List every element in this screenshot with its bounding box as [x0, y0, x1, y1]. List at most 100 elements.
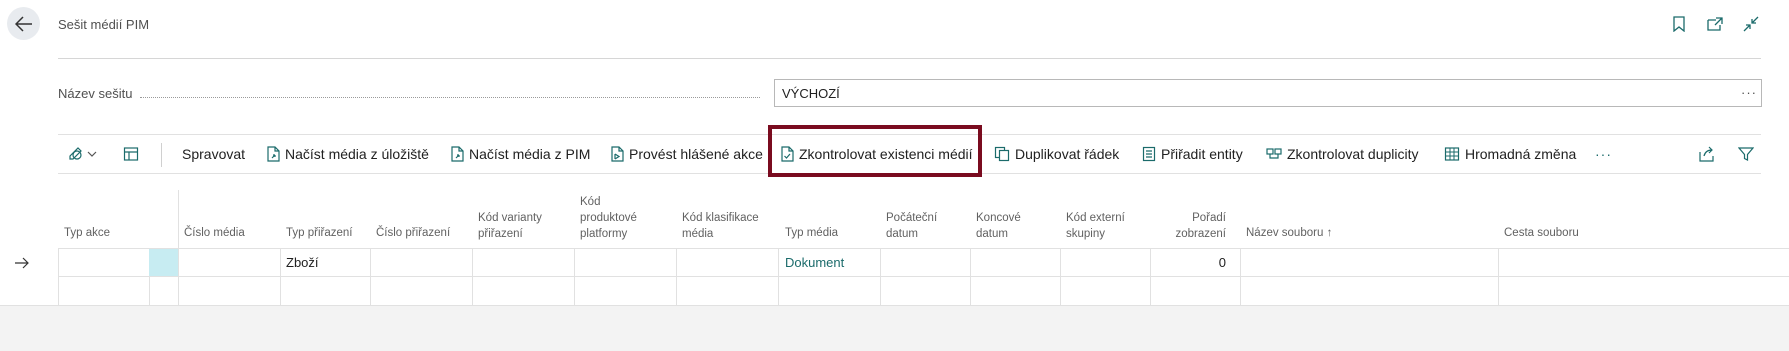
bulk-change-label: Hromadná změna [1465, 146, 1577, 162]
col-header-file-name[interactable]: Název souboru ↑ [1246, 225, 1332, 241]
col-header-file-path[interactable]: Cesta souboru [1504, 225, 1579, 241]
duplicate-line-label: Duplikovat řádek [1015, 146, 1120, 162]
col-header-classification-code[interactable]: Kód klasifikace média [682, 210, 759, 242]
col-header-platform-line2: produktové [580, 212, 637, 224]
col-header-variant-code-line2: přiřazení [478, 228, 523, 240]
highlight-frame [768, 125, 982, 177]
layout-button[interactable] [123, 135, 144, 173]
column-divider [880, 248, 881, 305]
col-header-end-date-line1: Koncové [976, 212, 1021, 224]
filter-button[interactable] [1738, 135, 1759, 173]
col-header-start-date-line1: Počáteční [886, 212, 938, 224]
col-header-media-no[interactable]: Číslo média [184, 225, 245, 241]
open-new-window-icon[interactable] [1705, 14, 1725, 34]
column-divider [58, 248, 59, 305]
header-divider [58, 58, 1761, 59]
col-header-end-date-line2: datum [976, 228, 1008, 240]
col-header-assignment-no[interactable]: Číslo přiřazení [376, 225, 450, 241]
cell-assignment-type[interactable]: Zboží [286, 255, 319, 270]
batch-name-field[interactable]: VÝCHOZÍ [774, 79, 1762, 107]
column-divider [178, 248, 179, 305]
column-divider [370, 248, 371, 305]
column-divider [676, 248, 677, 305]
field-dots [140, 97, 760, 98]
sort-ascending-icon: ↑ [1326, 227, 1333, 239]
current-row-indicator[interactable] [14, 256, 30, 274]
column-divider [970, 248, 971, 305]
col-header-action-type[interactable]: Typ akce [64, 225, 110, 241]
page-actions [1669, 14, 1761, 34]
col-header-start-date-line2: datum [886, 228, 918, 240]
column-divider [778, 248, 779, 305]
col-header-end-date[interactable]: Koncové datum [976, 210, 1021, 242]
more-actions-button[interactable]: ··· [1595, 135, 1612, 173]
col-header-variant-code-line1: Kód varianty [478, 212, 542, 224]
batch-name-label: Název sešitu [58, 86, 133, 101]
row-divider [58, 248, 1789, 249]
bulk-change-button[interactable]: Hromadná změna [1444, 135, 1576, 173]
selected-cell[interactable] [149, 249, 178, 276]
column-divider [1498, 248, 1499, 305]
document-import-icon [267, 146, 280, 162]
compare-icon [1266, 148, 1282, 159]
load-media-pim-button[interactable]: Načíst média z PIM [450, 135, 590, 173]
layout-icon [123, 147, 139, 161]
column-divider [574, 248, 575, 305]
copy-icon [994, 146, 1010, 162]
col-header-platform-code[interactable]: Kód produktové platformy [580, 194, 637, 242]
back-button[interactable] [7, 7, 40, 40]
list-icon [1142, 146, 1156, 162]
load-media-storage-button[interactable]: Načíst média z úložiště [266, 135, 429, 173]
arrow-right-icon [15, 257, 29, 269]
column-divider [1240, 248, 1241, 305]
col-header-external-group[interactable]: Kód externí skupiny [1066, 210, 1125, 242]
edit-mode-icon [69, 147, 97, 160]
load-media-pim-label: Načíst média z PIM [469, 146, 591, 162]
col-header-classification-line1: Kód klasifikace [682, 212, 759, 224]
share-icon [1699, 146, 1714, 162]
col-header-platform-line1: Kód [580, 196, 601, 208]
column-divider [472, 248, 473, 305]
col-header-file-name-label: Název souboru [1246, 227, 1324, 239]
row-divider [58, 276, 1789, 277]
share-button[interactable] [1699, 135, 1720, 173]
manage-button[interactable]: Spravovat [182, 135, 245, 173]
cell-media-type[interactable]: Dokument [785, 255, 844, 270]
cell-display-order[interactable]: 0 [1150, 255, 1226, 270]
perform-actions-label: Provést hlášené akce [629, 146, 763, 162]
collapse-icon[interactable] [1741, 14, 1761, 34]
row-divider [58, 305, 1789, 306]
col-header-external-group-line1: Kód externí [1066, 212, 1125, 224]
col-header-external-group-line2: skupiny [1066, 228, 1105, 240]
bookmark-icon[interactable] [1669, 14, 1689, 34]
duplicate-line-button[interactable]: Duplikovat řádek [994, 135, 1119, 173]
process-document-icon [611, 146, 624, 162]
check-duplicates-label: Zkontrolovat duplicity [1287, 146, 1419, 162]
assign-entities-button[interactable]: Přiřadit entity [1142, 135, 1243, 173]
check-duplicates-button[interactable]: Zkontrolovat duplicity [1266, 135, 1419, 173]
col-header-display-order-line2: zobrazení [1175, 228, 1226, 240]
page-title: Sešit médií PIM [58, 17, 150, 32]
assign-entities-label: Přiřadit entity [1161, 146, 1243, 162]
filter-icon [1738, 147, 1754, 161]
col-header-media-type[interactable]: Typ média [785, 225, 838, 241]
batch-name-lookup-button[interactable]: ··· [1741, 85, 1757, 100]
grid-empty-area [0, 306, 1789, 351]
edit-mode-button[interactable] [68, 135, 103, 173]
column-divider [1060, 248, 1061, 305]
col-header-display-order-line1: Pořadí [1192, 212, 1226, 224]
col-header-classification-line2: média [682, 228, 714, 240]
row-divider [0, 305, 58, 306]
col-header-variant-code[interactable]: Kód varianty přiřazení [478, 210, 542, 242]
col-header-platform-line3: platformy [580, 228, 628, 240]
load-media-storage-label: Načíst média z úložiště [285, 146, 429, 162]
document-import-icon [451, 146, 464, 162]
table-edit-icon [1444, 147, 1460, 161]
arrow-left-icon [14, 15, 32, 32]
perform-actions-button[interactable]: Provést hlášené akce [610, 135, 763, 173]
col-header-display-order[interactable]: Pořadí zobrazení [1150, 210, 1226, 242]
column-divider [178, 190, 179, 249]
col-header-start-date[interactable]: Počáteční datum [886, 210, 937, 242]
col-header-assignment-type[interactable]: Typ přiřazení [286, 225, 352, 241]
column-divider [280, 248, 281, 305]
